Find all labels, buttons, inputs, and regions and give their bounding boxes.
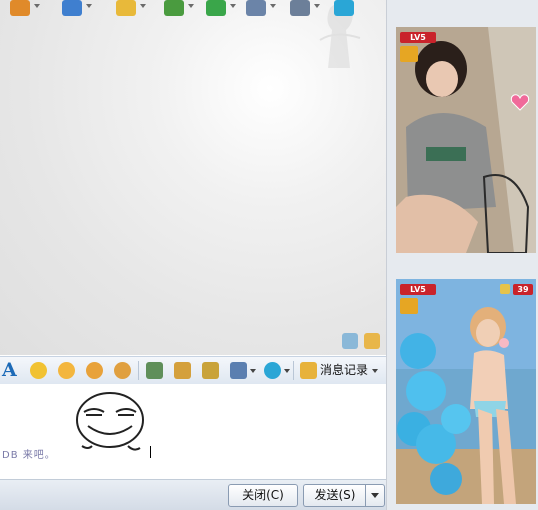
chevron-down-icon	[140, 4, 146, 8]
expand-icon[interactable]	[342, 333, 358, 349]
smug-face-emoticon	[76, 392, 144, 451]
screenshot-button[interactable]	[164, 0, 194, 18]
magic-emoticon-icon[interactable]	[58, 362, 75, 379]
settings-button[interactable]	[290, 0, 320, 18]
message-input[interactable]: DB 来吧。	[0, 384, 386, 478]
send-options-button[interactable]	[365, 484, 385, 507]
speaker-icon[interactable]	[500, 284, 510, 294]
count-badge: 39	[513, 284, 533, 295]
send-image-icon[interactable]	[146, 362, 163, 379]
music-icon[interactable]	[174, 362, 191, 379]
screen-capture-icon[interactable]	[230, 362, 247, 379]
chevron-down-icon[interactable]	[250, 369, 256, 373]
video-call-icon	[62, 0, 82, 16]
chevron-down-icon	[270, 4, 276, 8]
crown-icon	[400, 298, 418, 314]
qq-show-panel: LV5 LV5 39	[386, 0, 538, 510]
typed-message-text: DB 来吧。	[2, 450, 56, 461]
qq-show-self[interactable]: LV5 39	[396, 279, 536, 504]
skin-icon[interactable]	[364, 333, 380, 349]
file-transfer-icon	[116, 0, 136, 16]
chevron-down-icon	[86, 4, 92, 8]
app-menu-icon	[10, 0, 30, 16]
chevron-down-icon	[188, 4, 194, 8]
soso-icon	[334, 0, 354, 16]
heart-icon[interactable]	[510, 94, 530, 111]
chevron-down-icon[interactable]	[284, 369, 290, 373]
close-button[interactable]: 关闭(C)	[228, 484, 298, 507]
remote-desktop-icon	[246, 0, 266, 16]
chevron-down-icon[interactable]	[372, 369, 378, 373]
voice-message-icon[interactable]	[114, 362, 131, 379]
bottom-bar: 关闭(C) 发送(S)	[0, 479, 386, 510]
chevron-down-icon	[314, 4, 320, 8]
qq-chat-window: A 消息记录 DB 来吧。 关闭(C) 发送(S) LV5 LV5 39	[0, 0, 538, 510]
message-history-icon[interactable]	[300, 362, 317, 379]
top-toolbar	[0, 0, 392, 18]
toolbar-separator	[138, 361, 139, 380]
toolbar-separator	[293, 361, 294, 380]
soso-button[interactable]	[334, 0, 358, 18]
screenshot-icon	[164, 0, 184, 16]
level-badge: LV5	[400, 284, 436, 295]
gift-icon[interactable]	[202, 362, 219, 379]
app-menu-button[interactable]	[10, 0, 40, 18]
shake-window-icon[interactable]	[86, 362, 103, 379]
qq-show-friend[interactable]: LV5	[396, 27, 536, 253]
message-history-area[interactable]	[0, 0, 386, 355]
font-icon[interactable]: A	[2, 359, 17, 381]
text-caret	[150, 446, 151, 458]
settings-icon	[290, 0, 310, 16]
chevron-down-icon	[230, 4, 236, 8]
video-call-button[interactable]	[62, 0, 92, 18]
crown-icon	[400, 46, 418, 62]
chevron-down-icon	[34, 4, 40, 8]
format-toolbar: A 消息记录	[0, 356, 386, 385]
emoticon-icon[interactable]	[30, 362, 47, 379]
message-history-button[interactable]: 消息记录	[320, 363, 368, 377]
chevron-down-icon	[371, 493, 379, 498]
add-app-icon	[206, 0, 226, 16]
add-app-button[interactable]	[206, 0, 236, 18]
send-button[interactable]: 发送(S)	[303, 484, 366, 507]
remote-desktop-button[interactable]	[246, 0, 276, 18]
level-badge: LV5	[400, 32, 436, 43]
file-transfer-button[interactable]	[116, 0, 146, 18]
soso-icon[interactable]	[264, 362, 281, 379]
